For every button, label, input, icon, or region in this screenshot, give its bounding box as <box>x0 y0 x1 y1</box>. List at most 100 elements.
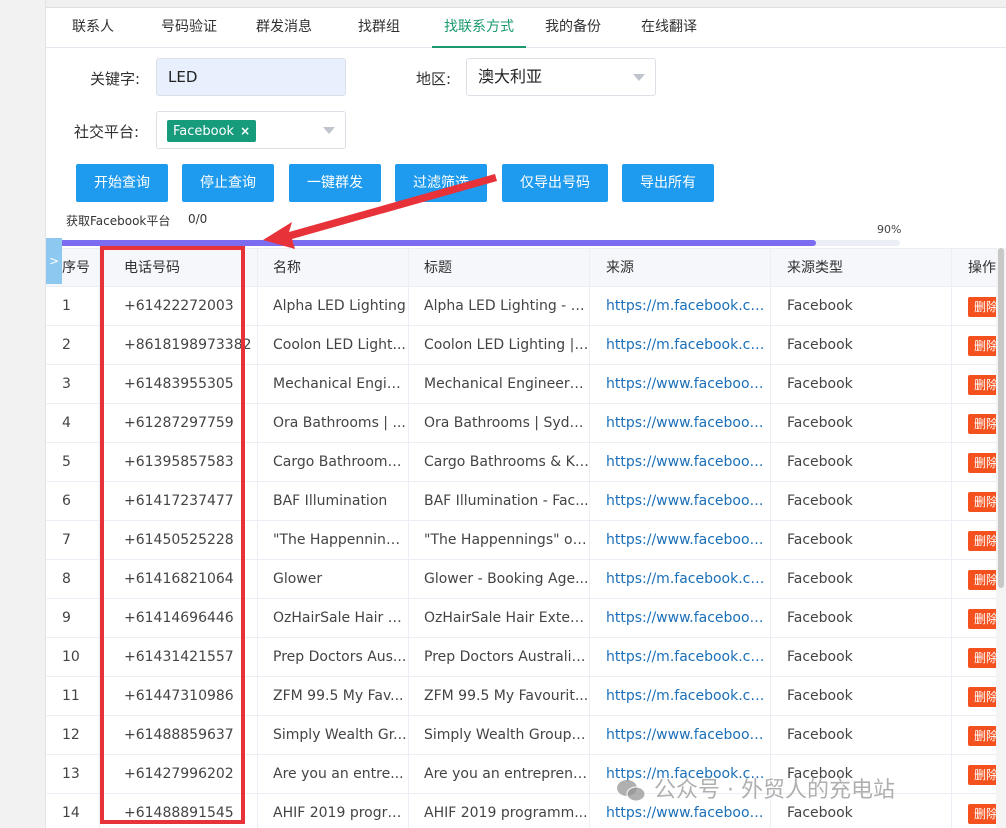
chevron-down-icon <box>633 74 645 81</box>
app-window: 联系人 号码验证 群发消息 找群组 找联系方式 我的备份 在线翻译 关键字: L… <box>0 0 1006 828</box>
cell-source-type: Facebook <box>771 365 952 404</box>
cell-index: 4 <box>62 404 100 443</box>
header-name: 名称 <box>258 249 409 288</box>
delete-button[interactable]: 删除 <box>968 414 996 434</box>
close-icon[interactable]: × <box>240 124 250 138</box>
tab-contacts[interactable]: 联系人 <box>72 8 114 48</box>
cell-source[interactable]: https://www.facebook.... <box>590 482 771 521</box>
cell-source[interactable]: https://m.facebook.co... <box>590 287 771 326</box>
platform-tag-label: Facebook <box>173 124 235 139</box>
header-title: 标题 <box>409 249 590 288</box>
cell-phone: +61287297759 <box>100 404 258 443</box>
cell-name: OzHairSale Hair E... <box>258 599 409 638</box>
cell-phone: +61427996202 <box>100 755 258 794</box>
delete-button[interactable]: 删除 <box>968 726 996 746</box>
cell-phone: +61447310986 <box>100 677 258 716</box>
delete-button[interactable]: 删除 <box>968 297 996 317</box>
export-phones-button[interactable]: 仅导出号码 <box>502 164 608 202</box>
cell-actions: 删除 <box>952 560 996 599</box>
tab-find-contacts[interactable]: 找联系方式 <box>432 8 526 48</box>
cell-index: 8 <box>62 560 100 599</box>
tab-broadcast[interactable]: 群发消息 <box>256 8 312 48</box>
cell-index: 13 <box>62 755 100 794</box>
delete-button[interactable]: 删除 <box>968 648 996 668</box>
platform-select[interactable]: Facebook × <box>156 111 346 149</box>
table-row: 9 +61414696446 OzHairSale Hair E... OzHairS… <box>46 599 996 638</box>
delete-button[interactable]: 删除 <box>968 570 996 590</box>
delete-button[interactable]: 删除 <box>968 375 996 395</box>
cell-index: 6 <box>62 482 100 521</box>
cell-name: Coolon LED Light... <box>258 326 409 365</box>
cell-index: 1 <box>62 287 100 326</box>
cell-source-type: Facebook <box>771 716 952 755</box>
cell-index: 3 <box>62 365 100 404</box>
platform-tag: Facebook × <box>167 120 257 142</box>
start-query-button[interactable]: 开始查询 <box>76 164 168 202</box>
watermark-text: 公众号 · 外贸人的充电站 <box>654 778 895 803</box>
cell-source[interactable]: https://m.facebook.co... <box>590 560 771 599</box>
cell-source[interactable]: https://www.facebook.... <box>590 443 771 482</box>
broadcast-button[interactable]: 一键群发 <box>289 164 381 202</box>
delete-button[interactable]: 删除 <box>968 765 996 785</box>
delete-button[interactable]: 删除 <box>968 687 996 707</box>
cell-title: "The Happennings" of... <box>409 521 590 560</box>
cell-actions: 删除 <box>952 326 996 365</box>
header-actions: 操作 <box>968 260 996 276</box>
filter-button[interactable]: 过滤筛选 <box>395 164 487 202</box>
cell-source[interactable]: https://www.facebook.... <box>590 365 771 404</box>
delete-button[interactable]: 删除 <box>968 492 996 512</box>
progress-fill <box>60 240 816 246</box>
keyword-input[interactable]: LED <box>156 58 346 96</box>
vertical-scrollbar[interactable] <box>996 248 1006 828</box>
delete-button[interactable]: 删除 <box>968 531 996 551</box>
cell-source[interactable]: https://m.facebook.co... <box>590 677 771 716</box>
cell-name: Prep Doctors Aus... <box>258 638 409 677</box>
cell-source-type: Facebook <box>771 326 952 365</box>
tab-online-translate[interactable]: 在线翻译 <box>641 8 697 48</box>
cell-source-type: Facebook <box>771 404 952 443</box>
delete-button[interactable]: 删除 <box>968 804 996 824</box>
cell-phone: +61395857583 <box>100 443 258 482</box>
tab-number-verify[interactable]: 号码验证 <box>161 8 217 48</box>
cell-name: Alpha LED Lighting <box>258 287 409 326</box>
expand-toggle[interactable]: > <box>46 238 62 284</box>
cell-actions: 删除 <box>952 521 996 560</box>
table-row: 4 +61287297759 Ora Bathrooms | ... Ora Bath… <box>46 404 996 443</box>
cell-name: Glower <box>258 560 409 599</box>
stop-query-button[interactable]: 停止查询 <box>182 164 274 202</box>
cell-source[interactable]: https://www.facebook.... <box>590 599 771 638</box>
cell-title: Mechanical Engineers ... <box>409 365 590 404</box>
region-select[interactable]: 澳大利亚 <box>466 58 656 96</box>
cell-title: Prep Doctors Australia... <box>409 638 590 677</box>
status-text: 获取Facebook平台 <box>66 214 171 228</box>
cell-title: BAF Illumination - Fac... <box>409 482 590 521</box>
cell-actions: 删除 <box>952 755 996 794</box>
cell-actions: 删除 <box>952 482 996 521</box>
cell-name: AHIF 2019 progra... <box>258 794 409 828</box>
cell-name: Are you an entre... <box>258 755 409 794</box>
cell-source[interactable]: https://www.facebook.... <box>590 521 771 560</box>
cell-source-type: Facebook <box>771 677 952 716</box>
cell-phone: +61450525228 <box>100 521 258 560</box>
cell-source[interactable]: https://www.facebook.... <box>590 716 771 755</box>
cell-source-type: Facebook <box>771 521 952 560</box>
cell-source[interactable]: https://m.facebook.co... <box>590 326 771 365</box>
cell-source-type: Facebook <box>771 599 952 638</box>
scrollbar-thumb[interactable] <box>998 248 1004 588</box>
wechat-icon <box>617 780 646 802</box>
cell-index: 2 <box>62 326 100 365</box>
cell-index: 14 <box>62 794 100 828</box>
tab-my-backup[interactable]: 我的备份 <box>545 8 601 48</box>
cell-actions: 删除 <box>952 794 996 828</box>
cell-source[interactable]: https://www.facebook.... <box>590 404 771 443</box>
header-index: 序号 <box>62 249 100 288</box>
delete-button[interactable]: 删除 <box>968 336 996 356</box>
status-count: 0/0 <box>188 212 208 226</box>
cell-source[interactable]: https://m.facebook.co... <box>590 638 771 677</box>
export-all-button[interactable]: 导出所有 <box>622 164 714 202</box>
cell-source-type: Facebook <box>771 482 952 521</box>
cell-actions: 删除 <box>952 287 996 326</box>
delete-button[interactable]: 删除 <box>968 453 996 473</box>
tab-find-groups[interactable]: 找群组 <box>358 8 400 48</box>
delete-button[interactable]: 删除 <box>968 609 996 629</box>
